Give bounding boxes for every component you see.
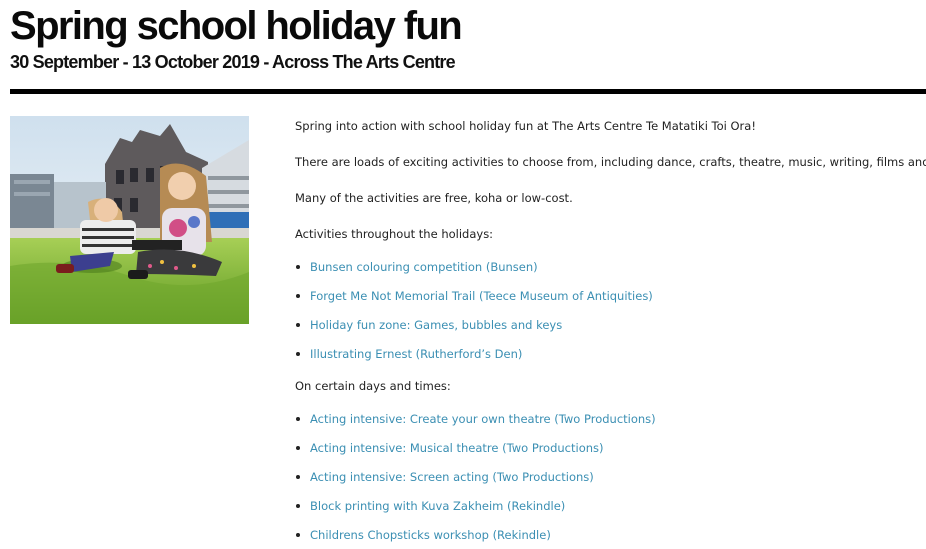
article-body: Spring into action with school holiday f…	[295, 117, 926, 544]
list-item: Acting intensive: Screen acting (Two Pro…	[295, 468, 925, 486]
activity-link[interactable]: Acting intensive: Create your own theatr…	[310, 412, 656, 426]
activity-link[interactable]: Block printing with Kuva Zakheim (Rekind…	[310, 499, 565, 513]
list-item: Acting intensive: Create your own theatr…	[295, 410, 925, 428]
list-item: Forget Me Not Memorial Trail (Teece Muse…	[295, 287, 925, 305]
activity-link[interactable]: Acting intensive: Screen acting (Two Pro…	[310, 470, 594, 484]
bullet-icon	[296, 323, 300, 327]
intro-paragraph-3: Many of the activities are free, koha or…	[295, 191, 573, 205]
certain-days-heading: On certain days and times:	[295, 379, 451, 393]
holidays-heading: Activities throughout the holidays:	[295, 227, 494, 241]
activity-link[interactable]: Holiday fun zone: Games, bubbles and key…	[310, 318, 562, 332]
bullet-icon	[296, 533, 300, 537]
holidays-activity-list: Bunsen colouring competition (Bunsen) Fo…	[295, 258, 925, 363]
bullet-icon	[296, 475, 300, 479]
list-item: Childrens Chopsticks workshop (Rekindle)	[295, 526, 925, 544]
bullet-icon	[296, 417, 300, 421]
bullet-icon	[296, 446, 300, 450]
list-item: Block printing with Kuva Zakheim (Rekind…	[295, 497, 925, 515]
hero-image	[10, 116, 249, 324]
activity-link[interactable]: Bunsen colouring competition (Bunsen)	[310, 260, 538, 274]
header-divider	[10, 89, 926, 94]
activity-link[interactable]: Childrens Chopsticks workshop (Rekindle)	[310, 528, 551, 542]
page-title: Spring school holiday fun	[10, 4, 463, 48]
bullet-icon	[296, 504, 300, 508]
bullet-icon	[296, 294, 300, 298]
bullet-icon	[296, 265, 300, 269]
certain-days-activity-list: Acting intensive: Create your own theatr…	[295, 410, 925, 544]
hero-photo-illustration	[10, 116, 249, 324]
intro-paragraph-1: Spring into action with school holiday f…	[295, 119, 756, 133]
activity-link[interactable]: Illustrating Ernest (Rutherford’s Den)	[310, 347, 522, 361]
list-item: Illustrating Ernest (Rutherford’s Den)	[295, 345, 925, 363]
list-item: Holiday fun zone: Games, bubbles and key…	[295, 316, 925, 334]
list-item: Bunsen colouring competition (Bunsen)	[295, 258, 925, 276]
page-subtitle: 30 September - 13 October 2019 - Across …	[10, 52, 456, 72]
bullet-icon	[296, 352, 300, 356]
activity-link[interactable]: Forget Me Not Memorial Trail (Teece Muse…	[310, 289, 653, 303]
activity-link[interactable]: Acting intensive: Musical theatre (Two P…	[310, 441, 604, 455]
list-item: Acting intensive: Musical theatre (Two P…	[295, 439, 925, 457]
intro-paragraph-2: There are loads of exciting activities t…	[295, 155, 926, 169]
